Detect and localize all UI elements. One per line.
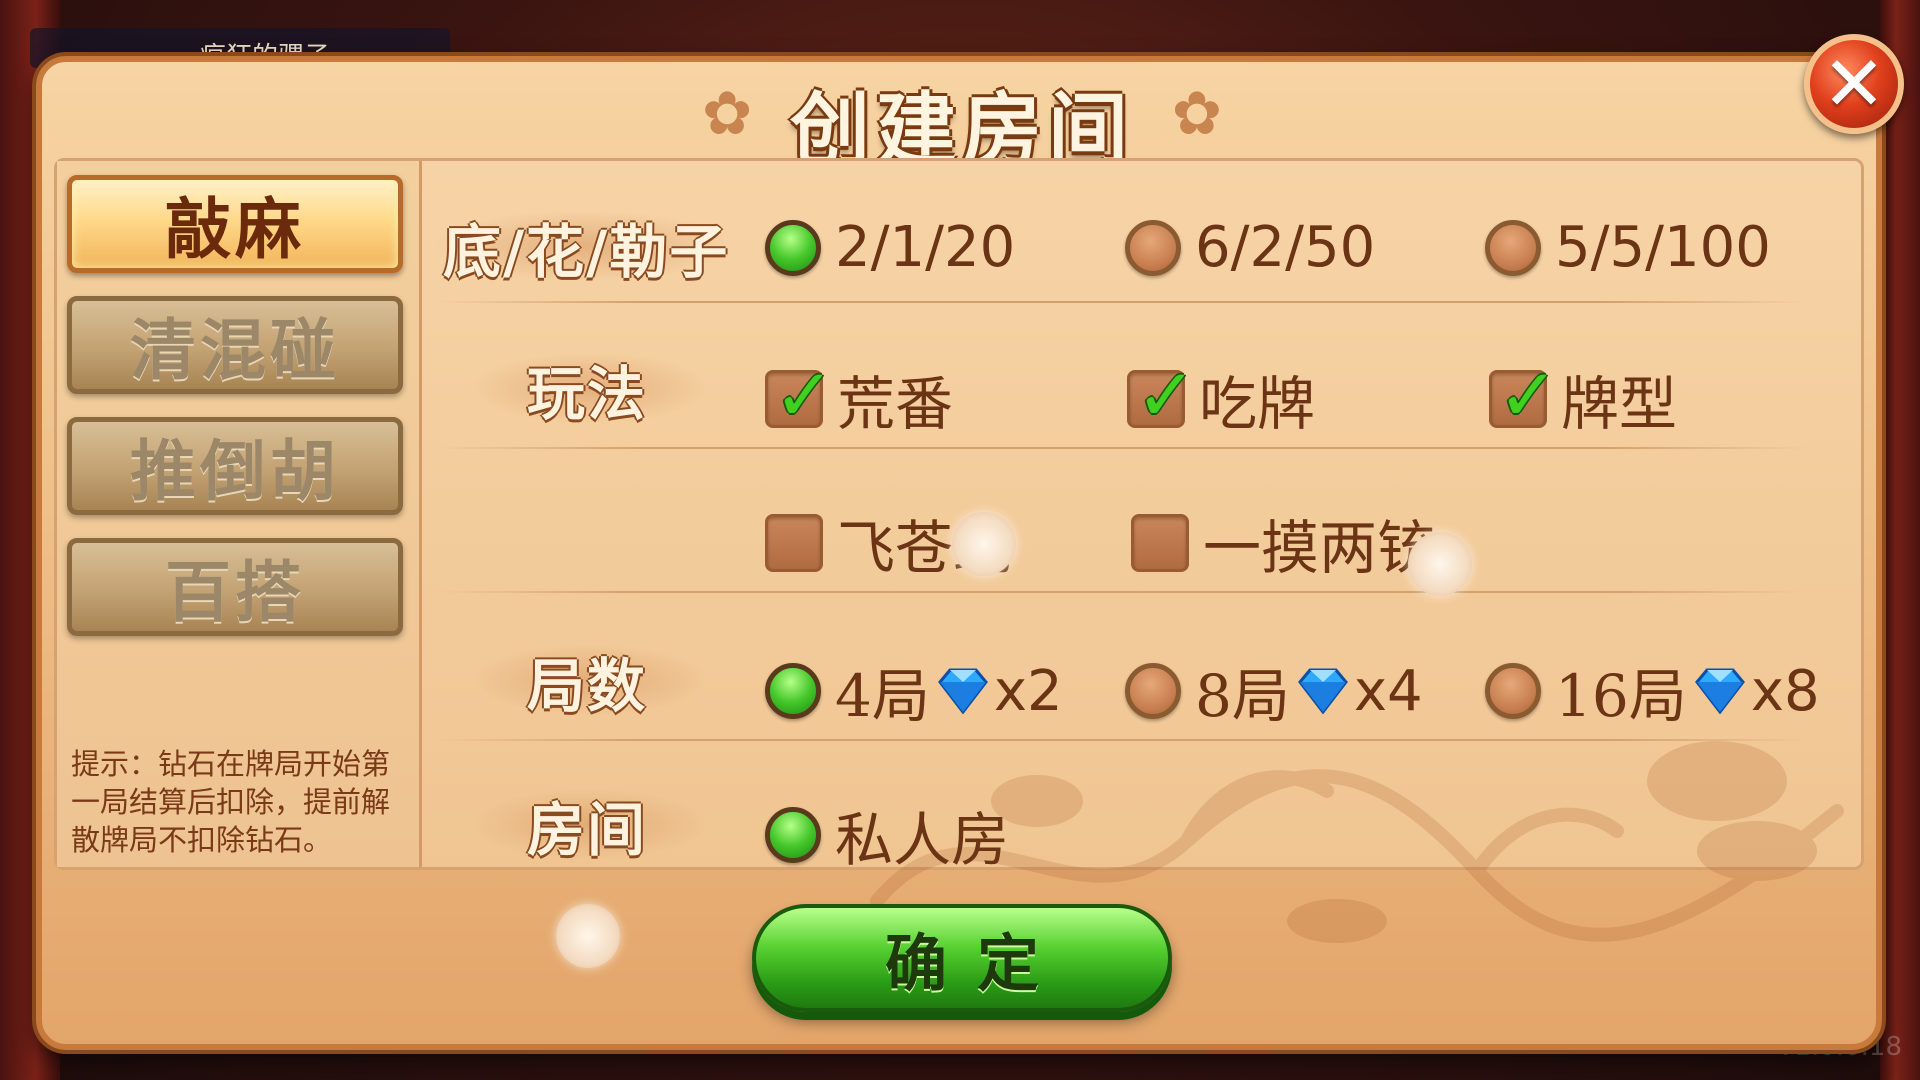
rounds-option-8[interactable]: 8局 x4 (1125, 649, 1423, 733)
touch-marker (556, 904, 620, 968)
checkbox[interactable]: ✓ (1127, 359, 1196, 431)
rounds-cost: x4 (1353, 658, 1423, 724)
checkbox[interactable] (765, 514, 823, 572)
radio-selected-icon[interactable] (765, 219, 821, 276)
rule-option-label: 吃牌 (1199, 370, 1316, 438)
radio-unselected-icon[interactable] (1125, 663, 1181, 719)
base-option-3-label: 5/5/100 (1555, 215, 1771, 280)
rounds-label: 局数 (527, 652, 648, 720)
diamond-icon (937, 668, 988, 714)
radio-unselected-icon[interactable] (1125, 219, 1181, 276)
dialog-header: ✿ 创建房间 ✿ (682, 62, 1242, 177)
rules-label: 玩法 (527, 360, 648, 428)
rule-option-yimoliangchong[interactable]: 一摸两铳 (1131, 501, 1435, 585)
row-divider (437, 301, 1807, 303)
rounds-cost: x8 (1750, 658, 1820, 724)
diamond-hint: 提示：钻石在牌局开始第一局结算后扣除，提前解散牌局不扣除钻石。 (71, 747, 391, 857)
checkbox[interactable]: ✓ (765, 359, 834, 431)
background-curtain-right (1880, 0, 1920, 1080)
checkbox[interactable]: ✓ (1489, 359, 1558, 431)
row-divider (437, 739, 1807, 741)
rounds-option-label: 8局 (1195, 662, 1290, 730)
checkbox[interactable] (1131, 514, 1189, 572)
radio-selected-icon[interactable] (765, 807, 821, 863)
rule-option-label: 荒番 (837, 370, 954, 438)
confirm-label: 确定 (884, 927, 1069, 1000)
checkmark-icon: ✓ (774, 353, 835, 437)
tab-qinghunpeng[interactable]: 清混碰 (67, 296, 403, 394)
options-panel: 敲麻 清混碰 推倒胡 百搭 提示：钻石在牌局开始第一局结算后扣除，提前解散牌局不… (54, 158, 1864, 943)
row-divider (437, 591, 1807, 593)
checkmark-icon: ✓ (1498, 353, 1559, 437)
rounds-option-4[interactable]: 4局 x2 (765, 649, 1063, 733)
mode-sidebar: 敲麻 清混碰 推倒胡 百搭 提示：钻石在牌局开始第一局结算后扣除，提前解散牌局不… (57, 161, 422, 867)
close-icon: ✕ (1822, 39, 1886, 128)
rule-option-huangfan[interactable]: ✓ 荒番 (765, 357, 953, 441)
room-option-private[interactable]: 私人房 (765, 793, 1009, 877)
confirm-button[interactable]: 确定 (752, 904, 1172, 1012)
rounds-option-label: 4局 (835, 662, 930, 730)
base-option-3[interactable]: 5/5/100 (1485, 215, 1771, 280)
rounds-cost: x2 (993, 658, 1063, 724)
touch-marker (1408, 532, 1472, 596)
base-option-2-label: 6/2/50 (1195, 215, 1376, 280)
base-label: 底/花/勒子 (443, 218, 730, 286)
diamond-icon (1297, 668, 1348, 714)
radio-unselected-icon[interactable] (1485, 219, 1541, 276)
row-divider (437, 447, 1807, 449)
checkmark-icon: ✓ (1136, 353, 1197, 437)
base-option-1-label: 2/1/20 (835, 215, 1016, 280)
diamond-icon (1694, 668, 1745, 714)
rounds-option-label: 16局 (1555, 662, 1687, 730)
base-option-2[interactable]: 6/2/50 (1125, 215, 1375, 280)
close-button[interactable]: ✕ (1804, 34, 1904, 134)
rule-option-label: 牌型 (1561, 370, 1678, 438)
radio-unselected-icon[interactable] (1485, 663, 1541, 719)
cloud-ornament-icon: ✿ (1171, 79, 1222, 149)
touch-marker (952, 512, 1016, 576)
rounds-option-16[interactable]: 16局 x8 (1485, 649, 1820, 733)
tab-qiaoma[interactable]: 敲麻 (67, 175, 403, 273)
rule-option-label: 一摸两铳 (1203, 514, 1436, 582)
base-option-1[interactable]: 2/1/20 (765, 215, 1015, 280)
radio-selected-icon[interactable] (765, 663, 821, 719)
tab-tuidaohu[interactable]: 推倒胡 (67, 417, 403, 515)
rule-option-chipai[interactable]: ✓ 吃牌 (1127, 357, 1315, 441)
room-option-label: 私人房 (835, 806, 1010, 874)
rule-option-paixing[interactable]: ✓ 牌型 (1489, 357, 1677, 441)
tab-baida[interactable]: 百搭 (67, 538, 403, 636)
room-label: 房间 (527, 796, 648, 864)
